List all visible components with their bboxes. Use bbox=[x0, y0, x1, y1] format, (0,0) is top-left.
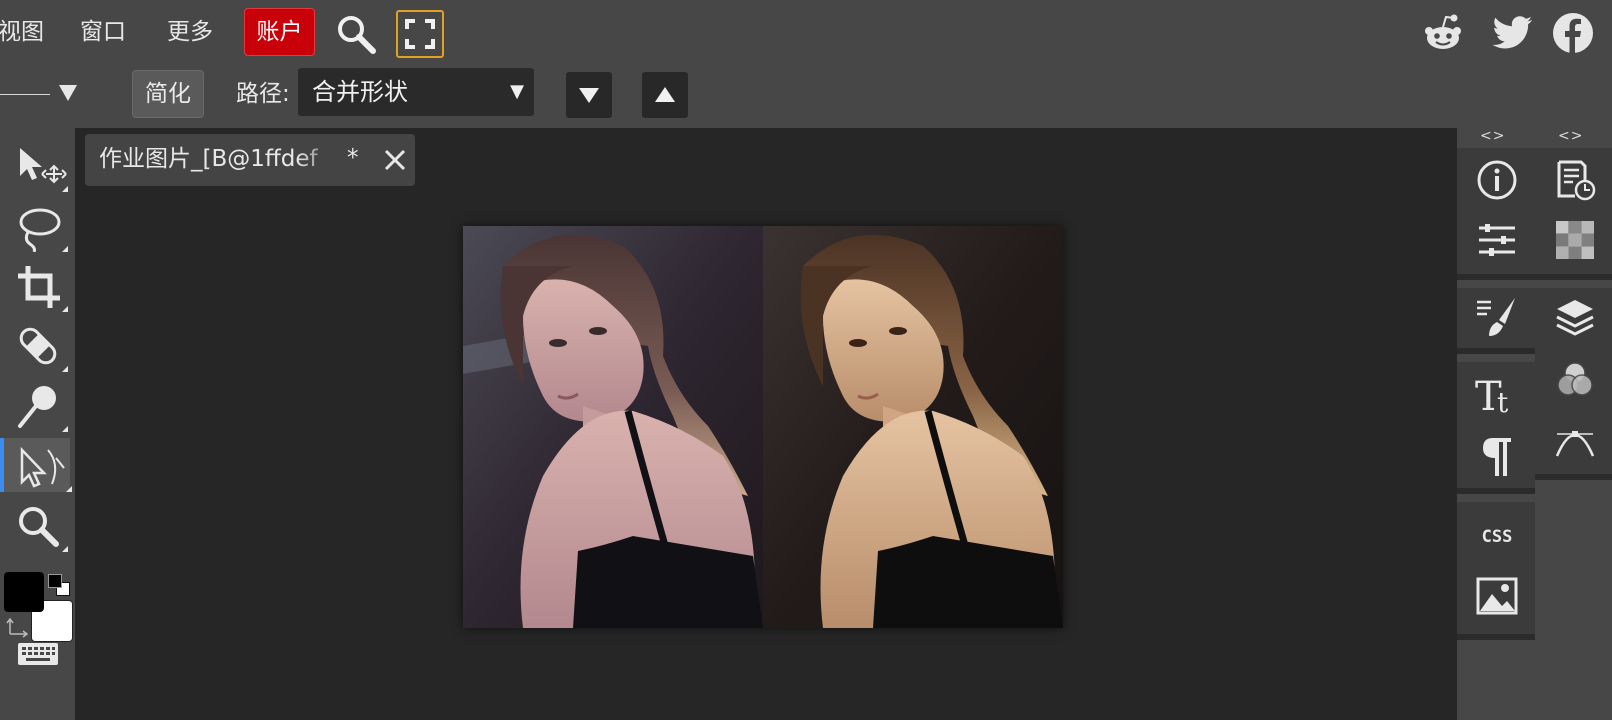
fullscreen-button[interactable] bbox=[396, 10, 444, 58]
paths-icon bbox=[1555, 431, 1595, 457]
adjustments-panel-button[interactable] bbox=[1475, 218, 1519, 262]
select-arrow-icon: ▼ bbox=[510, 81, 524, 102]
paths-panel-button[interactable] bbox=[1553, 420, 1597, 464]
history-icon bbox=[1557, 160, 1596, 201]
brush-settings-icon bbox=[1477, 298, 1515, 336]
lasso-tool[interactable] bbox=[0, 198, 70, 252]
panel-group-3-bar bbox=[1457, 488, 1535, 494]
image-icon bbox=[1476, 577, 1518, 615]
healing-tool[interactable] bbox=[0, 318, 70, 372]
tools-panel bbox=[0, 128, 75, 720]
swatches-panel-button[interactable] bbox=[1553, 218, 1597, 262]
brush-settings-panel-button[interactable] bbox=[1475, 296, 1519, 340]
path-label: 路径: bbox=[236, 81, 290, 107]
svg-text:t: t bbox=[1497, 386, 1509, 416]
path-select-icon bbox=[20, 446, 72, 492]
stroke-style-select[interactable] bbox=[0, 72, 82, 112]
panel-group-5-bar bbox=[1535, 274, 1612, 280]
panel-group-6-bar bbox=[1535, 474, 1612, 480]
panel-group-4-bar bbox=[1457, 634, 1535, 640]
twitter-link[interactable] bbox=[1490, 10, 1536, 56]
keyboard-button[interactable] bbox=[16, 638, 60, 668]
facebook-icon bbox=[1553, 13, 1593, 53]
zoom-icon bbox=[19, 507, 68, 552]
foreground-color-swatch[interactable] bbox=[4, 572, 44, 612]
swatches-icon bbox=[1556, 221, 1594, 259]
image-canvas[interactable] bbox=[463, 226, 1063, 628]
default-colors-button[interactable] bbox=[48, 574, 70, 596]
panel-group-1-bar bbox=[1457, 274, 1535, 280]
bandage-icon bbox=[19, 327, 68, 372]
menu-bar: 视图 窗口 更多 账户 bbox=[0, 0, 1612, 66]
document-tab-title: 作业图片_[B@1ffdef bbox=[99, 146, 318, 172]
search-icon bbox=[338, 16, 376, 54]
reddit-icon bbox=[1425, 14, 1461, 49]
keyboard-icon bbox=[18, 643, 58, 665]
text-icon: T t bbox=[1475, 374, 1509, 420]
facebook-link[interactable] bbox=[1550, 10, 1596, 56]
crop-icon bbox=[18, 266, 68, 312]
triangle-up-icon bbox=[655, 87, 675, 102]
triangle-down-icon bbox=[579, 88, 599, 103]
dropdown-arrow-icon bbox=[59, 85, 77, 101]
stroke-line-preview bbox=[0, 94, 50, 95]
paragraph-panel-button[interactable] bbox=[1475, 434, 1519, 478]
css-icon: CSS bbox=[1482, 527, 1513, 547]
options-bar: 简化 路径: 合并形状 ▼ bbox=[0, 66, 1612, 128]
layers-icon bbox=[1556, 300, 1594, 336]
info-panel-button[interactable] bbox=[1475, 158, 1519, 202]
photo-before bbox=[463, 226, 763, 628]
workspace: 作业图片_[B@1ffdef * bbox=[75, 128, 1457, 720]
fullscreen-icon bbox=[405, 19, 435, 49]
layers-panel-button[interactable] bbox=[1553, 296, 1597, 340]
twitter-icon bbox=[1492, 16, 1533, 49]
swap-colors-icon[interactable] bbox=[6, 614, 30, 638]
close-icon[interactable] bbox=[381, 146, 409, 174]
path-operation-select[interactable]: 合并形状 ▼ bbox=[298, 68, 534, 116]
brush-icon bbox=[18, 386, 68, 432]
menu-window[interactable]: 窗口 bbox=[80, 14, 126, 50]
image-panel-button[interactable] bbox=[1475, 574, 1519, 618]
search-button[interactable] bbox=[334, 12, 378, 56]
document-tab[interactable]: 作业图片_[B@1ffdef * bbox=[85, 134, 415, 186]
brush-tool[interactable] bbox=[0, 378, 70, 432]
photo-before-after bbox=[463, 226, 1063, 628]
info-icon bbox=[1477, 160, 1517, 200]
right-panels: <> <> T t CSS bbox=[1457, 128, 1612, 720]
adjustments-icon bbox=[1479, 224, 1515, 256]
arrow-move-icon bbox=[20, 148, 68, 192]
zoom-tool[interactable] bbox=[0, 498, 70, 552]
simplify-button[interactable]: 简化 bbox=[132, 70, 204, 118]
reddit-link[interactable] bbox=[1420, 10, 1466, 56]
history-panel-button[interactable] bbox=[1553, 158, 1597, 202]
css-panel-button[interactable]: CSS bbox=[1475, 512, 1519, 556]
path-select-tool[interactable] bbox=[0, 438, 72, 492]
menu-view[interactable]: 视图 bbox=[0, 14, 44, 50]
path-operation-value: 合并形状 bbox=[312, 78, 408, 106]
channels-icon bbox=[1557, 362, 1593, 396]
crop-tool[interactable] bbox=[0, 258, 70, 312]
move-select-tool[interactable] bbox=[0, 138, 70, 192]
css-icon-label: CSS bbox=[1482, 527, 1513, 547]
default-fg-mini bbox=[48, 574, 62, 588]
collapse-right-toggle[interactable]: <> bbox=[1558, 128, 1583, 144]
document-modified-indicator: * bbox=[347, 145, 359, 171]
account-button[interactable]: 账户 bbox=[244, 8, 315, 56]
menu-more[interactable]: 更多 bbox=[167, 14, 213, 50]
text-panel-button[interactable]: T t bbox=[1475, 372, 1519, 420]
panel-group-2-bar bbox=[1457, 348, 1535, 354]
move-up-button[interactable] bbox=[642, 72, 688, 118]
paragraph-icon bbox=[1483, 438, 1511, 476]
lasso-icon bbox=[19, 208, 68, 252]
channels-panel-button[interactable] bbox=[1553, 358, 1597, 402]
photo-after bbox=[763, 226, 1063, 628]
collapse-left-toggle[interactable]: <> bbox=[1480, 128, 1505, 144]
move-down-button[interactable] bbox=[566, 72, 612, 118]
